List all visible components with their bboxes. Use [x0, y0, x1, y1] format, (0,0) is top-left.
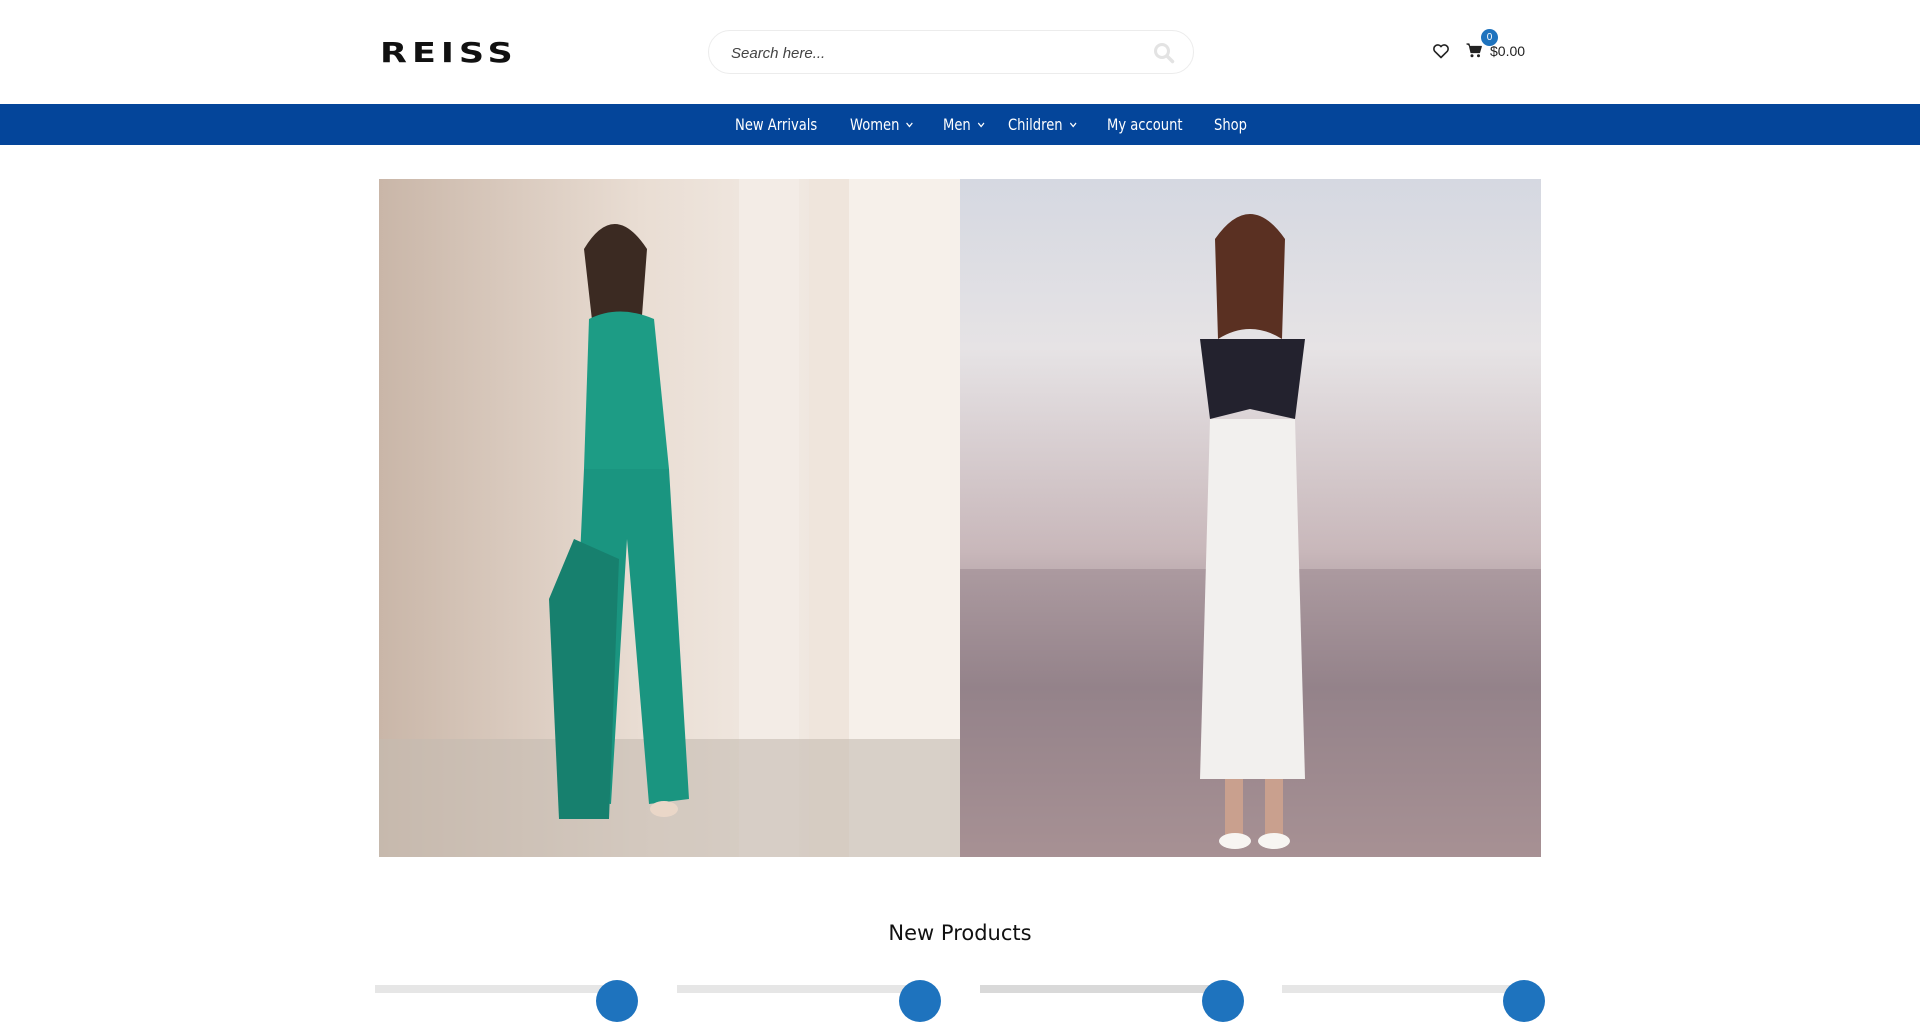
nav-item-label: Women — [850, 115, 900, 134]
nav-item-label: Men — [942, 115, 971, 134]
logo-text: REISS — [380, 36, 518, 69]
product-action-button[interactable] — [596, 980, 638, 1022]
main-nav: New Arrivals Women Men Children My accou… — [0, 104, 1920, 145]
hero-image-left[interactable] — [379, 179, 960, 857]
search-icon[interactable] — [1153, 42, 1175, 64]
nav-item-children[interactable]: Children — [1008, 104, 1077, 145]
chevron-down-icon — [977, 122, 984, 127]
product-action-button[interactable] — [899, 980, 941, 1022]
nav-item-label: Children — [1008, 115, 1063, 134]
nav-item-men[interactable]: Men — [943, 104, 985, 145]
nav-item-label: My account — [1106, 115, 1183, 134]
nav-item-label: Shop — [1214, 115, 1248, 134]
chevron-down-icon — [906, 122, 914, 127]
section-title-new-products: New Products — [888, 921, 1032, 945]
product-action-button[interactable] — [1202, 980, 1244, 1022]
search-input[interactable] — [729, 31, 1133, 75]
hero-image-right[interactable] — [960, 179, 1541, 857]
nav-item-my-account[interactable]: My account — [1107, 104, 1183, 145]
cart-icon[interactable] — [1466, 43, 1482, 58]
hero-banner[interactable] — [379, 179, 1541, 857]
cart-total[interactable]: $0.00 — [1490, 42, 1525, 60]
search-bar — [708, 30, 1194, 75]
nav-item-women[interactable]: Women — [850, 104, 914, 145]
site-header: REISS 0 $0.00 — [0, 0, 1920, 104]
product-card[interactable] — [375, 985, 625, 993]
product-card[interactable] — [677, 985, 927, 993]
nav-item-label: New Arrivals — [735, 115, 818, 134]
nav-item-shop[interactable]: Shop — [1214, 104, 1247, 145]
product-action-button[interactable] — [1503, 980, 1545, 1022]
product-card[interactable] — [980, 985, 1230, 993]
nav-item-new-arrivals[interactable]: New Arrivals — [735, 104, 817, 145]
product-card[interactable] — [1282, 985, 1532, 993]
chevron-down-icon — [1069, 122, 1077, 127]
heart-icon[interactable] — [1432, 42, 1450, 60]
site-logo[interactable]: REISS — [380, 39, 513, 67]
